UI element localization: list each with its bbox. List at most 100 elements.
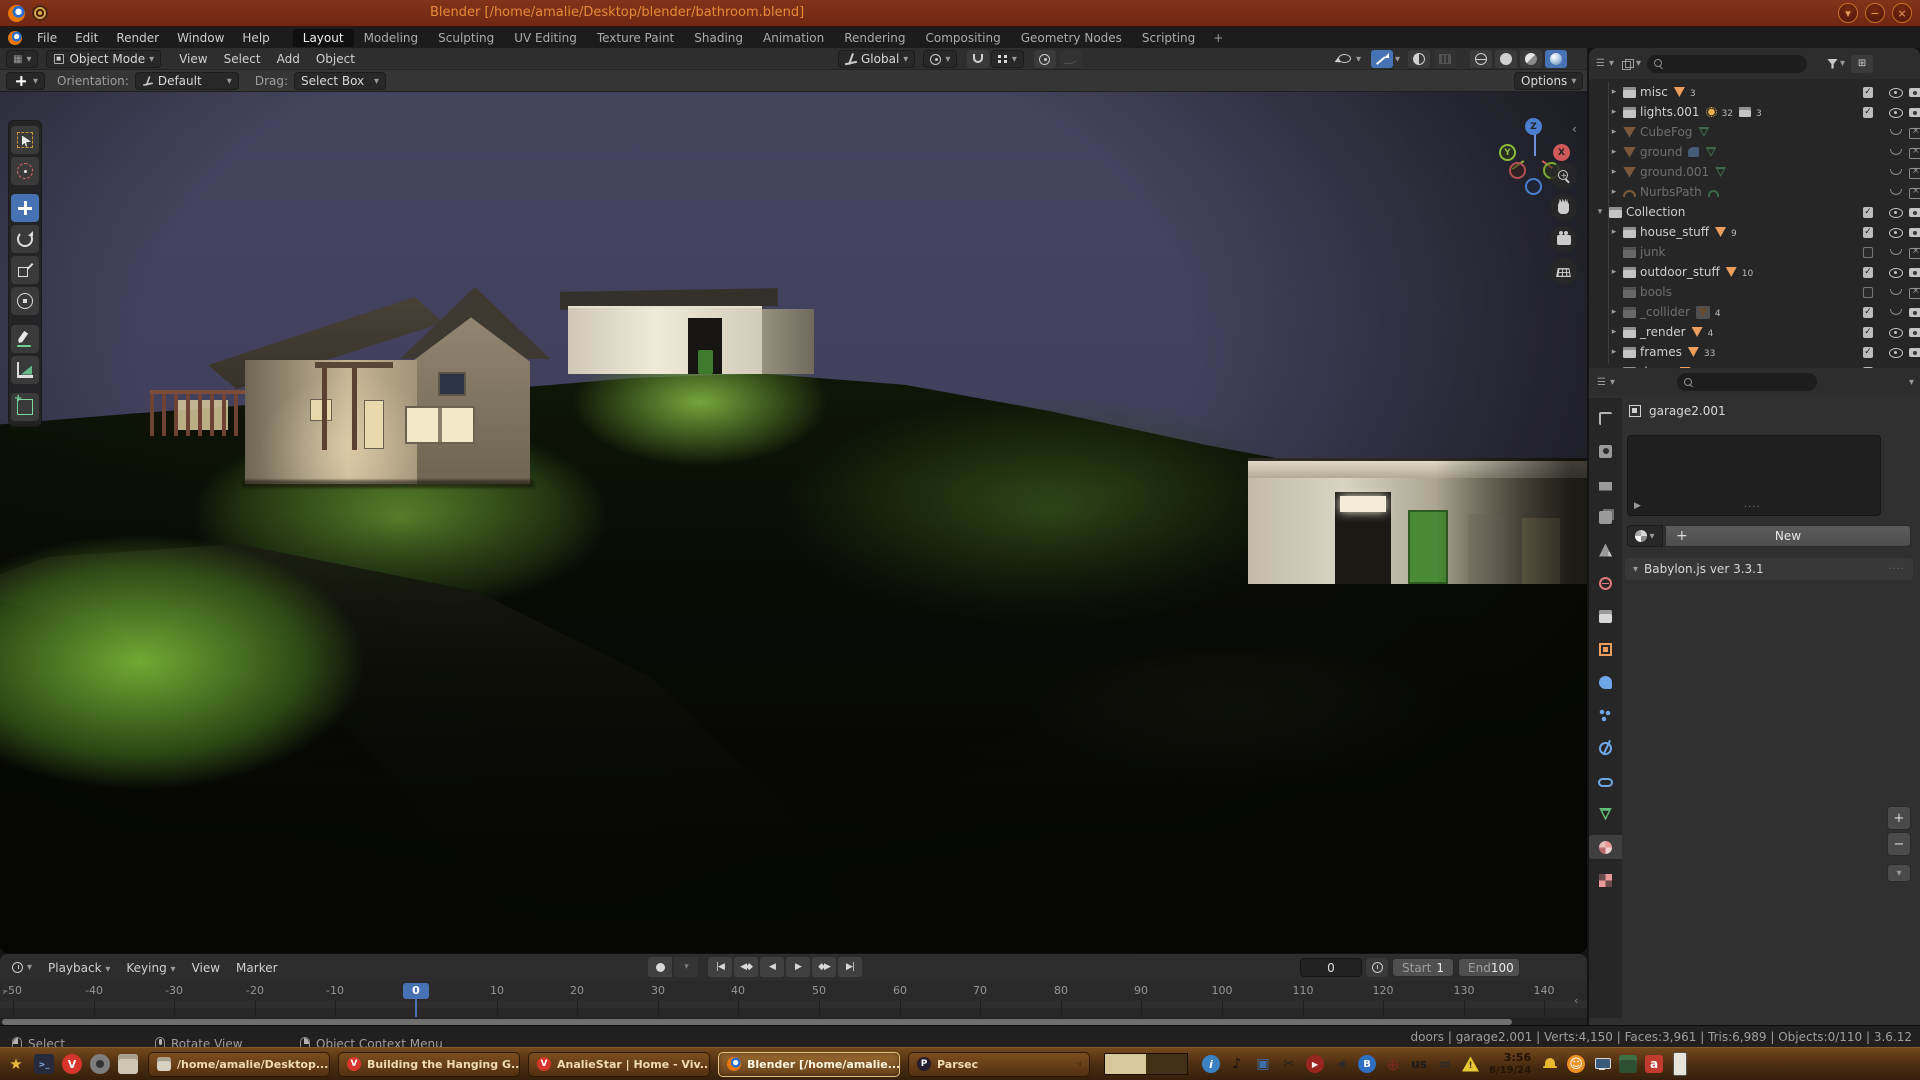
tray-volume-icon[interactable]: ◀) [1332, 1055, 1350, 1073]
timeline-right-chevron[interactable]: ‹ [1574, 994, 1578, 1007]
exclude-checkbox[interactable]: ✓ [1860, 107, 1876, 118]
hide-viewport-toggle[interactable] [1880, 126, 1896, 138]
blender-window-taskbar-button[interactable]: Blender [/home/amalie... [718, 1052, 900, 1077]
tray-warning-icon[interactable]: ! [1462, 1057, 1479, 1072]
tray-monitor-icon[interactable] [1593, 1055, 1611, 1073]
properties-editor-dropdown[interactable]: ☰▾ [1595, 373, 1617, 391]
timeline-ruler[interactable]: -50-40-30-20-100102030405060708090100110… [0, 981, 1587, 1001]
outliner-row-cubefog[interactable]: ▸ CubeFog × [1589, 122, 1920, 142]
hide-viewport-toggle[interactable] [1880, 306, 1896, 318]
properties-search-input[interactable] [1677, 373, 1817, 391]
hide-viewport-toggle[interactable] [1880, 246, 1896, 258]
navigation-gizmo[interactable]: Z Y X [1487, 110, 1583, 206]
sidebar-expand-chevron[interactable]: ‹ [1572, 122, 1577, 136]
workspace-tab-scripting[interactable]: Scripting [1132, 29, 1205, 47]
drag-setting-dropdown[interactable]: Select Box▾ [294, 72, 386, 90]
outliner-row-house-stuff[interactable]: ▸ house_stuff9 ✓ [1589, 222, 1920, 242]
properties-tab-object[interactable] [1589, 637, 1622, 661]
timeline-left-chevron[interactable]: › [2, 985, 6, 998]
properties-tab-particles[interactable] [1589, 703, 1622, 727]
proportional-edit-toggle[interactable] [1034, 50, 1056, 68]
workspace-tab-modeling[interactable]: Modeling [354, 29, 429, 47]
timeline-editor-dropdown[interactable]: ▾ [6, 959, 38, 977]
taskbar-clock[interactable]: 3:56 6/19/24 [1489, 1052, 1531, 1076]
tray-clementine-icon[interactable]: ☺ [1567, 1055, 1585, 1073]
remove-slot-button[interactable]: − [1887, 832, 1911, 856]
snap-toggle[interactable] [967, 50, 989, 68]
transform-orientation-dropdown[interactable]: Global▾ [838, 50, 915, 68]
expand-icon[interactable]: ▾ [1595, 207, 1605, 217]
tray-wifi-icon[interactable]: ≈ [1436, 1055, 1454, 1073]
workspace-tab-layout[interactable]: Layout [293, 29, 354, 47]
window-titlebar[interactable]: Blender [/home/amalie/Desktop/blender/ba… [0, 0, 1920, 27]
hide-viewport-toggle[interactable] [1880, 286, 1896, 298]
exclude-checkbox[interactable]: ✓ [1860, 327, 1876, 338]
exclude-checkbox[interactable] [1860, 247, 1876, 258]
proportional-falloff-dropdown[interactable] [1060, 50, 1082, 68]
use-preview-range-button[interactable] [1366, 958, 1388, 977]
menu-render[interactable]: Render [107, 29, 168, 47]
tool-annotate[interactable] [11, 325, 39, 353]
hide-viewport-toggle[interactable] [1880, 326, 1896, 338]
tray-network-icon[interactable]: ⊕ [1384, 1055, 1402, 1073]
properties-tab-modifiers[interactable] [1589, 670, 1622, 694]
tray-music-icon[interactable]: ♪ [1228, 1055, 1246, 1073]
workspace-tab-animation[interactable]: Animation [753, 29, 834, 47]
tool-transform[interactable] [11, 287, 39, 315]
tool-cursor[interactable] [11, 157, 39, 185]
properties-tab-data[interactable] [1589, 802, 1622, 826]
3d-viewport[interactable]: Z Y X ‹ + [0, 92, 1587, 953]
launcher-camera[interactable] [90, 1054, 110, 1074]
minimize-button[interactable]: − [1865, 3, 1885, 23]
pan-button[interactable] [1550, 194, 1577, 221]
pivot-point-dropdown[interactable]: ▾ [923, 50, 957, 68]
add-workspace-button[interactable]: + [1205, 31, 1231, 45]
disable-render-toggle[interactable]: × [1900, 126, 1916, 138]
properties-tab-world[interactable] [1589, 571, 1622, 595]
exclude-checkbox[interactable]: ✓ [1860, 87, 1876, 98]
show-desktop-button[interactable] [1673, 1052, 1687, 1076]
hide-viewport-toggle[interactable] [1880, 106, 1896, 118]
tool-add-cube[interactable] [11, 393, 39, 421]
transport-button-2[interactable]: ◀ [760, 957, 784, 977]
current-frame-field[interactable]: 0 [1300, 958, 1362, 977]
exclude-checkbox[interactable]: ✓ [1860, 227, 1876, 238]
disable-render-toggle[interactable]: × [1900, 146, 1916, 158]
perspective-toggle-button[interactable] [1550, 258, 1577, 285]
hide-viewport-toggle[interactable] [1880, 226, 1896, 238]
vivaldi-window-1-taskbar-button[interactable]: VBuilding the Hanging G... [338, 1052, 520, 1077]
launcher-vivaldi[interactable]: V [62, 1054, 82, 1074]
parsec-window-taskbar-button[interactable]: PParsec◃ [908, 1052, 1090, 1077]
tray-bluetooth-icon[interactable]: B [1358, 1055, 1376, 1073]
outliner-row-lights-001[interactable]: ▸ lights.001323 ✓ [1589, 102, 1920, 122]
tool-scale[interactable] [11, 256, 39, 284]
workspace-tab-shading[interactable]: Shading [684, 29, 753, 47]
viewport-menu-view[interactable]: View [171, 50, 215, 68]
workspace-1[interactable] [1105, 1054, 1146, 1074]
transport-button-5[interactable]: ▶| [838, 957, 862, 977]
gizmos-toggle[interactable] [1371, 50, 1393, 68]
properties-tab-output[interactable] [1589, 472, 1622, 496]
xray-toggle[interactable] [1434, 50, 1456, 68]
snap-options-dropdown[interactable]: ▾ [991, 50, 1024, 68]
gizmo-axis-y-neg[interactable] [1509, 162, 1526, 179]
outliner-row-nurbspath[interactable]: ▸ NurbsPath × [1589, 182, 1920, 202]
workspace-tab-texture-paint[interactable]: Texture Paint [587, 29, 684, 47]
vivaldi-window-2-taskbar-button[interactable]: VAnalieStar | Home - Viv... [528, 1052, 710, 1077]
outliner-filter-type-dropdown[interactable]: ▾ [1620, 55, 1643, 73]
viewport-menu-add[interactable]: Add [269, 50, 308, 68]
material-slots-list[interactable]: ▶ ···· [1627, 435, 1881, 516]
tray-play-icon[interactable]: ▶ [1306, 1055, 1324, 1073]
end-frame-field[interactable]: End100 [1458, 958, 1520, 977]
panel-grip[interactable]: ···· [1888, 564, 1905, 575]
transport-button-0[interactable]: |◀ [708, 957, 732, 977]
exclude-checkbox[interactable]: ✓ [1860, 207, 1876, 218]
outliner-row-outdoor-stuff[interactable]: ▸ outdoor_stuff10 ✓ [1589, 262, 1920, 282]
gizmo-axis-z[interactable]: Z [1525, 118, 1542, 135]
shed-object[interactable] [560, 282, 830, 382]
tray-keyboard-icon[interactable]: us [1410, 1055, 1428, 1073]
launcher-files[interactable] [118, 1054, 138, 1074]
disable-render-toggle[interactable]: × [1900, 186, 1916, 198]
properties-tab-physics[interactable] [1589, 736, 1622, 760]
disable-render-toggle[interactable]: × [1900, 286, 1916, 298]
